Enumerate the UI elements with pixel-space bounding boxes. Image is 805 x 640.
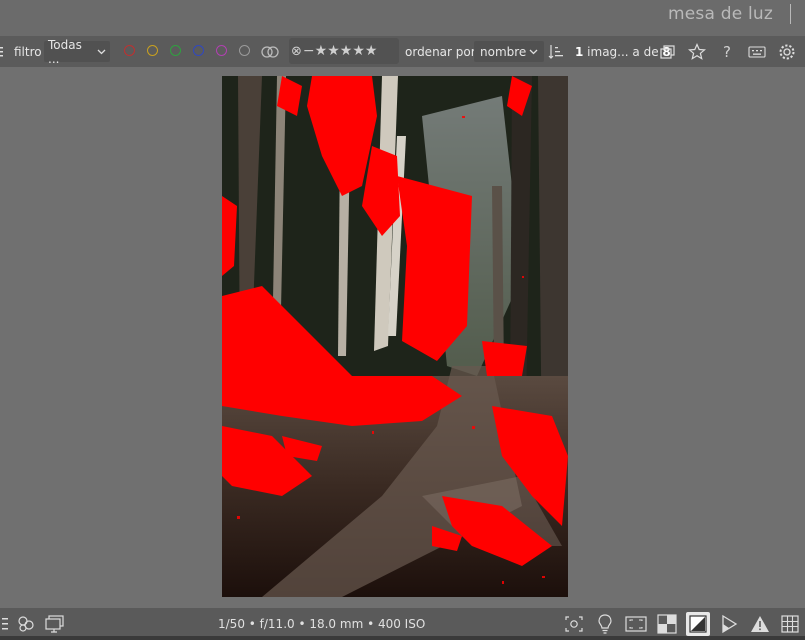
- rating-range-icon[interactable]: −: [303, 43, 315, 59]
- sort-dropdown[interactable]: nombre: [474, 41, 544, 62]
- color-label-gray-icon[interactable]: [239, 45, 250, 56]
- help-icon[interactable]: ?: [716, 41, 738, 63]
- warning-icon[interactable]: [748, 612, 772, 636]
- chevron-down-icon: [97, 49, 106, 54]
- raw-overexposed-icon[interactable]: [624, 612, 648, 636]
- star-icon[interactable]: ★: [365, 43, 378, 59]
- color-label-operator-icon[interactable]: [259, 41, 281, 63]
- color-label-blue-icon[interactable]: [193, 45, 204, 56]
- lightbulb-icon[interactable]: [593, 612, 617, 636]
- count-selected: 1: [575, 44, 584, 59]
- view-title[interactable]: mesa de luz: [668, 4, 773, 24]
- focus-peaking-icon[interactable]: [562, 612, 586, 636]
- star-icon[interactable]: ★: [352, 43, 365, 59]
- color-label-yellow-icon[interactable]: [147, 45, 158, 56]
- star-icon[interactable]: ★: [315, 43, 328, 59]
- rating-filter[interactable]: ⊗ − ★ ★ ★ ★ ★: [289, 38, 399, 64]
- star-icon[interactable]: ★: [327, 43, 340, 59]
- guides-grid-icon[interactable]: [778, 612, 802, 636]
- softproof-icon[interactable]: [655, 612, 679, 636]
- star-icon[interactable]: ★: [340, 43, 353, 59]
- count-text: imag... a de: [583, 44, 663, 59]
- keyboard-shortcuts-icon[interactable]: [746, 41, 768, 63]
- filmstrip-edge: [0, 636, 805, 640]
- title-separator: [790, 4, 791, 24]
- color-label-green-icon[interactable]: [170, 45, 181, 56]
- color-label-purple-icon[interactable]: [216, 45, 227, 56]
- reject-icon[interactable]: ⊗: [291, 44, 302, 59]
- top-header: mesa de luz: [0, 0, 805, 36]
- gear-icon[interactable]: [776, 41, 798, 63]
- styles-icon[interactable]: [14, 612, 38, 636]
- filter-label: filtro: [14, 44, 42, 59]
- forest-path-photo: [222, 76, 568, 597]
- collapse-panel-icon[interactable]: [0, 36, 5, 67]
- filter-toolbar: filtro Todas ... ⊗ − ★ ★ ★ ★ ★ ordenar p…: [0, 36, 805, 67]
- gamut-check-icon[interactable]: [717, 612, 741, 636]
- clipping-indicator-icon[interactable]: [686, 612, 710, 636]
- sort-label: ordenar por: [405, 44, 476, 59]
- chevron-down-icon: [529, 49, 538, 54]
- main-image[interactable]: [222, 76, 568, 597]
- color-label-red-icon[interactable]: [124, 45, 135, 56]
- star-outline-icon[interactable]: [686, 41, 708, 63]
- filter-dropdown[interactable]: Todas ...: [44, 38, 110, 66]
- filter-dropdown-value: Todas ...: [48, 37, 82, 66]
- sort-order-icon[interactable]: [545, 41, 567, 63]
- grouping-icon[interactable]: [657, 41, 679, 63]
- display-profile-icon[interactable]: [43, 612, 67, 636]
- sort-dropdown-value: nombre: [480, 44, 527, 59]
